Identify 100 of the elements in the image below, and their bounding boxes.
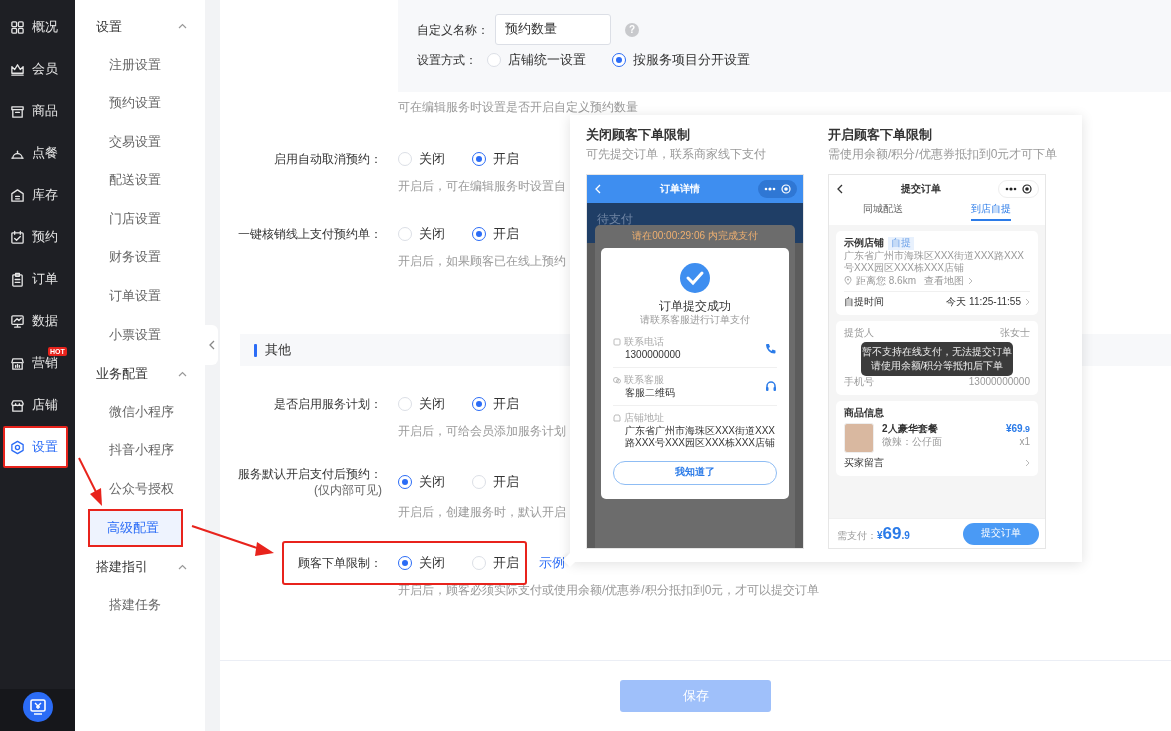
- setting-label: 服务默认开启支付后预约：: [237, 466, 382, 482]
- radio-option[interactable]: 开启: [472, 149, 519, 169]
- setting-label: 一键核销线上支付预约单：: [237, 226, 382, 242]
- menu-item[interactable]: 微信小程序: [75, 392, 205, 432]
- phone-title: 订单详情: [659, 182, 700, 196]
- radio-option[interactable]: 按服务项目分开设置: [612, 51, 750, 70]
- contact-value: 广东省广州市海珠区XXX街道XXX路XXX号XXX园区XXX栋XXX店铺: [624, 424, 777, 450]
- menu-item[interactable]: 交易设置: [75, 122, 205, 162]
- menu-item[interactable]: 小票设置: [75, 315, 205, 355]
- radio-option[interactable]: 开启: [472, 394, 519, 414]
- annotation-arrow: [78, 457, 102, 506]
- contact-value: 1300000000: [624, 348, 682, 361]
- countdown-text: 请在00:00:29:06 内完成支付: [631, 230, 759, 243]
- caret-icon: [178, 23, 187, 30]
- menu-item[interactable]: 搭建任务: [75, 585, 205, 625]
- collapse-handle[interactable]: [205, 325, 218, 365]
- menu-item[interactable]: 高级配置: [88, 508, 183, 548]
- nav-item[interactable]: 数据: [3, 300, 68, 342]
- goods-title: 商品信息: [844, 406, 885, 419]
- radio-option[interactable]: 关闭: [398, 394, 445, 414]
- map-pin-icon: [844, 276, 852, 286]
- contact-label: 提货人: [844, 326, 874, 339]
- menu-item[interactable]: 公众号授权: [75, 470, 205, 509]
- field-label: 设置方式：: [417, 52, 477, 70]
- target-icon: [781, 184, 791, 194]
- storefront-icon: [10, 397, 25, 413]
- example-link[interactable]: 示例: [539, 553, 565, 573]
- menu-item[interactable]: 财务设置: [75, 238, 205, 278]
- setting-sublabel: (仅内部可见): [313, 482, 382, 498]
- menu-item[interactable]: 订单设置: [75, 277, 205, 316]
- total-amount: ¥69.9: [877, 524, 910, 542]
- nav-item[interactable]: 预约: [3, 216, 68, 258]
- nav-item[interactable]: 设置: [3, 426, 68, 468]
- radio-option[interactable]: 开启: [472, 224, 519, 244]
- hint-text: 开启后，创建服务时，默认开启: [398, 504, 566, 521]
- contact-label: 手机号: [844, 376, 874, 389]
- target-icon: [1022, 184, 1032, 194]
- nav-item[interactable]: 会员: [3, 48, 68, 90]
- menu-item[interactable]: 预约设置: [75, 84, 205, 123]
- chevron-right-icon: [968, 276, 973, 285]
- radio-option[interactable]: 关闭: [398, 472, 445, 492]
- nav-item[interactable]: 订单: [3, 258, 68, 300]
- radio-option[interactable]: 开启: [472, 472, 519, 492]
- radio-option[interactable]: 关闭: [398, 553, 445, 573]
- tab[interactable]: 同城配送: [863, 203, 903, 221]
- setting-label: 是否启用服务计划：: [273, 396, 382, 412]
- radio-option[interactable]: 店铺统一设置: [487, 51, 586, 70]
- nav-item[interactable]: 商品: [3, 90, 68, 132]
- menu-item[interactable]: 注册设置: [75, 45, 205, 85]
- pay-label: 需支付：: [837, 529, 877, 543]
- check-circle-icon: [679, 261, 711, 294]
- distance-text: 距离您 8.6km: [856, 274, 916, 287]
- box-icon: [10, 103, 25, 119]
- pickup-label: 自提时间: [844, 296, 884, 309]
- phone-icon: [765, 342, 777, 355]
- nav-item[interactable]: 点餐: [3, 132, 68, 174]
- goods-price: ¥69.9: [1006, 423, 1030, 436]
- nav-item[interactable]: 概况: [3, 6, 68, 48]
- contact-value: 13000000000: [968, 376, 1030, 389]
- store-name: 示例店铺: [844, 237, 884, 250]
- nav-item[interactable]: 库存: [3, 174, 68, 216]
- house-icon: [10, 187, 25, 203]
- cashier-logo-icon: [21, 691, 54, 723]
- menu-group-header[interactable]: 设置: [75, 7, 205, 46]
- tab[interactable]: 到店自提: [971, 203, 1011, 221]
- contact-label: 联系客服: [624, 374, 664, 387]
- hint-text: 可在编辑服务时设置是否开启自定义预约数量: [398, 99, 638, 116]
- goods-name: 2人豪华套餐: [882, 423, 939, 436]
- chevron-right-icon: [1025, 298, 1030, 307]
- menu-group-header[interactable]: 业务配置: [75, 354, 205, 393]
- contact-value: 客服二维码: [624, 386, 676, 399]
- headset-icon: [765, 380, 777, 393]
- menu-group-header[interactable]: 搭建指引: [75, 547, 205, 586]
- setting-label: 顾客下单限制：: [297, 555, 382, 571]
- confirm-button[interactable]: 我知道了: [613, 460, 777, 485]
- menu-item[interactable]: 门店设置: [75, 199, 205, 239]
- more-icon: [1005, 187, 1017, 191]
- radio-option[interactable]: 开启: [472, 553, 519, 573]
- radio-option[interactable]: 关闭: [398, 224, 445, 244]
- setting-label: 启用自动取消预约：: [273, 151, 382, 167]
- store-address: 广东省广州市海珠区XXX街道XXX路XXX号XXX园区XXX栋XXX店铺: [844, 249, 1026, 275]
- nav-item[interactable]: 店铺: [3, 384, 68, 426]
- chevron-left-icon: [208, 340, 215, 350]
- hint-text: 开启后，可给会员添加服务计划: [398, 423, 566, 440]
- contact-label: 联系电话: [624, 336, 664, 349]
- pickup-tag: 自提: [888, 237, 914, 250]
- panel-subtitle: 需使用余额/积分/优惠券抵扣到0元才可下单: [828, 146, 1059, 163]
- shop-icon: [10, 355, 25, 371]
- settings-icon: [10, 439, 25, 455]
- hint-text: 开启后，可在编辑服务时设置自: [398, 178, 566, 195]
- name-input[interactable]: 预约数量: [495, 14, 611, 45]
- menu-item[interactable]: 抖音小程序: [75, 431, 205, 471]
- menu-item[interactable]: 配送设置: [75, 161, 205, 200]
- pickup-time: 今天 11:25-11:55: [946, 296, 1021, 309]
- back-icon: [595, 184, 601, 194]
- radio-option[interactable]: 关闭: [398, 149, 445, 169]
- hint-text: 开启后，如果顾客已在线上预约: [398, 253, 566, 270]
- more-icon: [764, 187, 776, 191]
- crown-icon: [10, 61, 25, 77]
- contact-label: 店铺地址: [624, 412, 664, 425]
